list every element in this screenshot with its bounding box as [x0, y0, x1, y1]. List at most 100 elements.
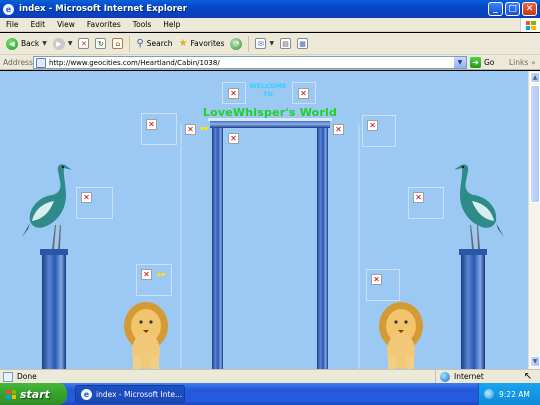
menu-edit[interactable]: Edit — [25, 20, 52, 29]
taskbar: start e index - Microsoft Inte... 9:22 A… — [0, 383, 540, 405]
status-bar: Done Internet ↖ — [0, 369, 540, 383]
broken-image-icon: ✕ — [141, 269, 152, 280]
minimize-button[interactable]: _ — [488, 2, 503, 16]
vertical-scrollbar[interactable]: ▲ ▼ — [528, 71, 540, 369]
address-dropdown-icon[interactable]: ▼ — [454, 57, 466, 68]
right-lion-image — [379, 302, 423, 369]
broken-image-icon: ✕ — [146, 119, 157, 130]
address-input[interactable]: http://www.geocities.com/Heartland/Cabin… — [33, 56, 467, 69]
mail-dropdown-icon[interactable]: ▼ — [269, 40, 274, 47]
address-url: http://www.geocities.com/Heartland/Cabin… — [49, 58, 220, 67]
mail-icon: ✉ — [255, 38, 267, 49]
forward-button[interactable]: ▶ ▼ — [50, 35, 76, 53]
go-arrow-icon: ➜ — [470, 57, 481, 68]
forward-dropdown-icon[interactable]: ▼ — [68, 40, 73, 47]
start-label: start — [20, 387, 50, 401]
windows-logo-icon — [520, 18, 540, 32]
task-label: index - Microsoft Inte... — [96, 389, 183, 399]
print-icon: ▤ — [280, 38, 292, 49]
maximize-button[interactable]: □ — [505, 2, 520, 16]
home-button[interactable]: ⌂ — [109, 35, 126, 53]
small-image-caption: ▪▪ — [200, 125, 209, 132]
links-button[interactable]: Links » — [509, 56, 536, 69]
standard-toolbar: ◀ Back ▼ ▶ ▼ ✕ ↻ ⌂ ⚲ Search ★ Favorites … — [0, 33, 540, 55]
scroll-thumb[interactable] — [530, 85, 540, 203]
title-bar: e index - Microsoft Internet Explorer _ … — [0, 0, 540, 18]
favorites-button[interactable]: ★ Favorites — [176, 35, 228, 53]
menu-favorites[interactable]: Favorites — [81, 20, 127, 29]
menu-view[interactable]: View — [51, 20, 81, 29]
welcome-line-2: TO — [263, 90, 273, 99]
right-column — [459, 249, 487, 369]
edit-button[interactable]: ▦ — [294, 35, 311, 53]
address-label: Address — [3, 57, 33, 67]
refresh-button[interactable]: ↻ — [92, 35, 109, 53]
broken-image-icon: ✕ — [371, 274, 382, 285]
forward-arrow-icon: ▶ — [52, 37, 65, 50]
close-button[interactable]: ✕ — [522, 2, 537, 16]
menu-tools[interactable]: Tools — [127, 20, 157, 29]
ie-logo-icon: e — [3, 3, 14, 15]
windows-flag-icon — [6, 389, 16, 399]
toolbar-separator — [129, 35, 131, 52]
scroll-down-button[interactable]: ▼ — [530, 356, 540, 367]
links-label: Links — [509, 58, 529, 67]
page-icon — [36, 57, 46, 68]
back-arrow-icon: ◀ — [6, 37, 18, 50]
stop-icon: ✕ — [78, 38, 90, 49]
right-crane-image — [454, 164, 504, 249]
back-button[interactable]: ◀ Back ▼ — [3, 35, 50, 53]
window-title: index - Microsoft Internet Explorer — [19, 4, 187, 14]
ie-logo-icon: e — [81, 388, 92, 400]
left-crane-image — [22, 164, 72, 249]
left-lion-image — [124, 302, 168, 369]
menu-bar: File Edit View Favorites Tools Help — [0, 18, 540, 32]
broken-image-icon: ✕ — [228, 133, 239, 144]
stop-button[interactable]: ✕ — [75, 35, 92, 53]
favorites-star-icon: ★ — [178, 38, 188, 49]
broken-image-icon: ✕ — [228, 88, 239, 99]
clock: 9:22 AM — [499, 389, 530, 399]
address-bar: Address http://www.geocities.com/Heartla… — [0, 55, 540, 70]
status-text: Done — [17, 372, 37, 381]
broken-image-icon: ✕ — [333, 124, 344, 135]
zone-label: Internet — [454, 372, 484, 381]
tray-network-icon[interactable] — [484, 389, 494, 399]
search-label: Search — [146, 39, 173, 48]
site-title: LoveWhisper's World — [202, 106, 338, 119]
chevron-right-icon: » — [531, 58, 536, 67]
system-tray: 9:22 AM — [478, 383, 540, 405]
left-column — [40, 249, 68, 369]
history-icon: ◔ — [230, 37, 243, 50]
small-image-caption: ▪▪ — [157, 271, 166, 278]
mouse-cursor-icon: ↖ — [523, 371, 533, 382]
internet-globe-icon — [440, 371, 450, 382]
page-viewport: ✕ ✕ ✕ ✕ ▪▪ ✕ ✕ ✕ ✕ ✕ ✕ ▪▪ ✕ WELCOME TO L… — [0, 71, 528, 369]
welcome-text: WELCOME TO — [243, 82, 293, 98]
go-label: Go — [484, 58, 495, 67]
mail-button[interactable]: ✉ ▼ — [252, 35, 277, 53]
back-label: Back — [21, 39, 40, 48]
history-button[interactable]: ◔ — [227, 35, 245, 53]
go-button[interactable]: ➜ Go — [470, 56, 494, 69]
broken-image-icon: ✕ — [367, 120, 378, 131]
broken-image-icon: ✕ — [185, 124, 196, 135]
favorites-label: Favorites — [190, 39, 225, 48]
start-button[interactable]: start — [0, 383, 67, 405]
home-icon: ⌂ — [112, 38, 124, 49]
broken-image-icon: ✕ — [413, 192, 424, 203]
menu-file[interactable]: File — [0, 20, 25, 29]
arch-doorway — [208, 118, 332, 369]
search-button[interactable]: ⚲ Search — [133, 35, 175, 53]
taskbar-ie-window[interactable]: e index - Microsoft Inte... — [75, 385, 185, 403]
menu-help[interactable]: Help — [157, 20, 186, 29]
toolbar-separator — [248, 35, 250, 52]
print-button[interactable]: ▤ — [277, 35, 294, 53]
page-done-icon — [3, 371, 13, 382]
back-dropdown-icon[interactable]: ▼ — [42, 40, 47, 47]
scroll-up-button[interactable]: ▲ — [530, 72, 540, 83]
welcome-line-1: WELCOME — [249, 82, 287, 90]
broken-image-icon: ✕ — [298, 88, 309, 99]
refresh-icon: ↻ — [95, 38, 107, 49]
search-icon: ⚲ — [136, 38, 144, 49]
